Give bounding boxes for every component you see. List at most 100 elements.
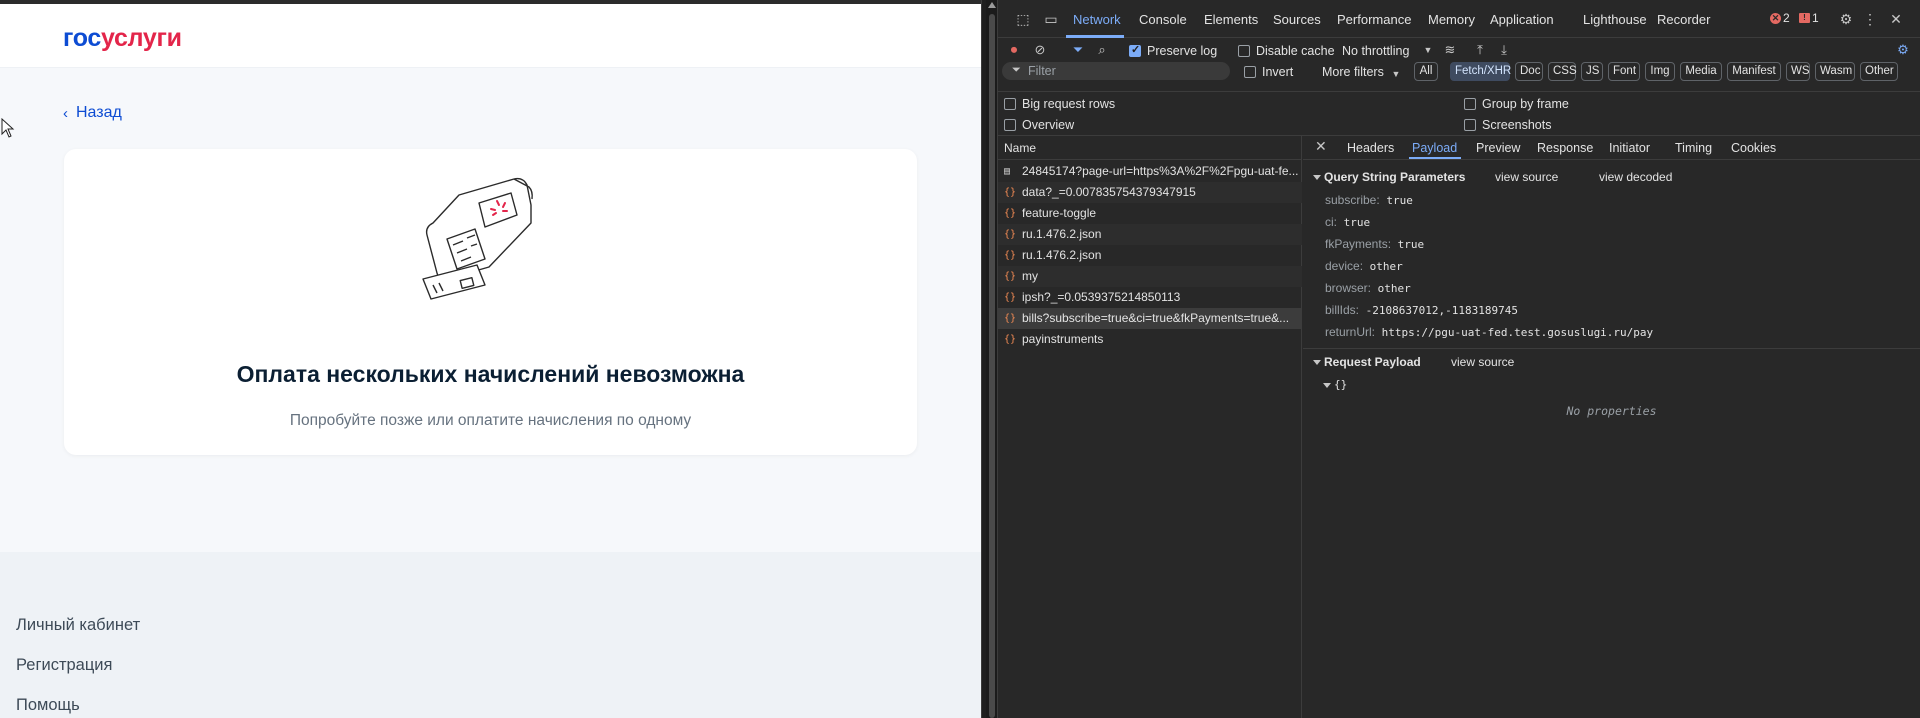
close-detail-icon[interactable]: ✕ [1315, 138, 1327, 155]
filter-input[interactable]: ⏷ Filter [1002, 62, 1230, 80]
type-filter-all[interactable]: All [1414, 62, 1438, 81]
param-row: returnUrl: https://pgu-uat-fed.test.gosu… [1325, 325, 1654, 339]
param-row: device: other [1325, 259, 1403, 273]
big-request-rows-label: Big request rows [1022, 97, 1116, 111]
gosuslugi-page: госуслуги ‹ Назад Оплата нескольких начи… [0, 0, 981, 718]
scroll-up-arrow-icon[interactable] [988, 2, 996, 8]
device-toolbar-icon[interactable]: ▭ [1042, 10, 1060, 28]
request-row-selected[interactable]: {} bills?subscribe=true&ci=true&fkPayment… [998, 308, 1302, 329]
network-options: Big request rows Group by frame Overview… [998, 92, 1920, 136]
tab-lighthouse[interactable]: Lighthouse [1583, 12, 1647, 27]
xhr-icon: {} [1004, 250, 1017, 261]
filter-funnel-icon[interactable]: ⏷ [1070, 42, 1086, 58]
big-request-rows-checkbox[interactable] [1004, 98, 1016, 110]
request-row[interactable]: {} data?_=0.007835754379347915 [998, 182, 1302, 203]
more-filters-chevron-icon[interactable]: ▼ [1388, 66, 1404, 82]
expand-triangle-icon [1323, 382, 1331, 388]
query-string-section[interactable]: Query String Parameters [1313, 170, 1465, 184]
tab-memory[interactable]: Memory [1428, 12, 1475, 27]
inspect-element-icon[interactable]: ⬚ [1014, 10, 1032, 28]
more-options-icon[interactable]: ⋮ [1861, 10, 1879, 28]
request-row[interactable]: {} payinstruments [998, 329, 1302, 350]
errors-badge[interactable]: ✕ 2 [1770, 11, 1790, 25]
tab-response[interactable]: Response [1537, 141, 1593, 155]
back-link[interactable]: ‹ Назад [63, 104, 122, 122]
preserve-log-checkbox[interactable] [1129, 43, 1141, 57]
more-filters-dropdown[interactable]: More filters [1322, 65, 1384, 79]
filter-placeholder: Filter [1028, 64, 1056, 78]
disable-cache-label: Disable cache [1256, 44, 1335, 58]
type-filter-js[interactable]: JS [1581, 62, 1603, 81]
record-stop-icon[interactable]: ⏺ [1006, 42, 1022, 58]
group-by-frame-checkbox[interactable] [1464, 98, 1476, 110]
error-subtitle: Попробуйте позже или оплатите начисления… [289, 412, 692, 429]
issues-badge[interactable]: ! 1 [1799, 11, 1819, 25]
footer-link-help[interactable]: Помощь [16, 696, 80, 715]
screenshots-checkbox[interactable] [1464, 119, 1476, 131]
import-har-icon[interactable]: ⤒ [1472, 42, 1488, 58]
xhr-icon: {} [1004, 271, 1017, 282]
network-conditions-icon[interactable]: ≋ [1442, 42, 1458, 58]
request-row[interactable]: {} feature-toggle [998, 203, 1302, 224]
tab-console[interactable]: Console [1139, 12, 1187, 27]
tab-payload[interactable]: Payload [1412, 141, 1457, 155]
footer-link-registration[interactable]: Регистрация [16, 656, 112, 675]
view-decoded-link[interactable]: view decoded [1599, 170, 1672, 184]
payload-object[interactable]: {} [1323, 378, 1347, 391]
site-header: госуслуги [0, 4, 981, 68]
page-scrollbar[interactable] [986, 0, 998, 718]
type-filter-media[interactable]: Media [1680, 62, 1722, 81]
type-filter-css[interactable]: CSS [1548, 62, 1577, 81]
tab-network[interactable]: Network [1073, 12, 1121, 27]
request-payload-section[interactable]: Request Payload [1313, 355, 1421, 369]
document-icon: ▤ [1004, 166, 1011, 177]
type-filter-manifest[interactable]: Manifest [1727, 62, 1781, 81]
tab-sources[interactable]: Sources [1273, 12, 1321, 27]
view-source-link[interactable]: view source [1495, 170, 1558, 184]
type-filter-font[interactable]: Font [1608, 62, 1640, 81]
overview-checkbox[interactable] [1004, 119, 1016, 131]
type-filter-doc[interactable]: Doc [1515, 62, 1543, 81]
type-filter-img[interactable]: Img [1645, 62, 1675, 81]
export-har-icon[interactable]: ⤓ [1496, 42, 1512, 58]
scrollbar-thumb[interactable] [989, 14, 995, 718]
tab-cookies[interactable]: Cookies [1731, 141, 1776, 155]
type-filter-wasm[interactable]: Wasm [1815, 62, 1855, 81]
param-row: ci: true [1325, 215, 1371, 229]
main-content: ‹ Назад Оплата нескольких начислений нев… [0, 68, 981, 552]
type-filter-ws[interactable]: WS [1786, 62, 1810, 81]
type-filter-other[interactable]: Other [1860, 62, 1898, 81]
tab-performance[interactable]: Performance [1337, 12, 1411, 27]
devtools-panel: ⬚ ▭ Network Console Elements Sources Per… [998, 0, 1920, 718]
tab-timing[interactable]: Timing [1675, 141, 1712, 155]
throttling-select[interactable]: No throttling [1342, 44, 1409, 58]
chevron-down-icon[interactable]: ▼ [1420, 42, 1436, 58]
request-row[interactable]: {} my [998, 266, 1302, 287]
tab-application[interactable]: Application [1490, 12, 1554, 27]
payload-view-source-link[interactable]: view source [1451, 355, 1514, 369]
disable-cache-checkbox[interactable] [1238, 45, 1250, 57]
request-row[interactable]: {} ru.1.476.2.json [998, 245, 1302, 266]
type-filter-fetch-xhr[interactable]: Fetch/XHR [1450, 62, 1511, 81]
gosuslugi-logo[interactable]: госуслуги [63, 24, 182, 53]
request-row[interactable]: {} ipsh?_=0.0539375214850113 [998, 287, 1302, 308]
tab-preview[interactable]: Preview [1476, 141, 1520, 155]
xhr-icon: {} [1004, 334, 1017, 345]
request-row[interactable]: ▤ 24845174?page-url=https%3A%2F%2Fpgu-uat… [998, 161, 1302, 182]
tab-recorder[interactable]: Recorder [1657, 12, 1710, 27]
close-devtools-icon[interactable]: ✕ [1887, 10, 1905, 28]
search-icon[interactable]: ⌕ [1094, 42, 1110, 58]
network-settings-gear-icon[interactable]: ⚙ [1895, 42, 1911, 58]
settings-gear-icon[interactable]: ⚙ [1837, 10, 1855, 28]
invert-label: Invert [1262, 65, 1294, 79]
tab-initiator[interactable]: Initiator [1609, 141, 1650, 155]
request-row[interactable]: {} ru.1.476.2.json [998, 224, 1302, 245]
tab-headers[interactable]: Headers [1347, 141, 1394, 155]
footer-link-personal-account[interactable]: Личный кабинет [16, 616, 140, 635]
clear-log-icon[interactable]: ⊘ [1032, 42, 1048, 58]
chevron-left-icon: ‹ [63, 104, 68, 122]
error-card: Оплата нескольких начислений невозможна … [64, 149, 917, 455]
invert-checkbox[interactable] [1244, 66, 1256, 78]
tab-elements[interactable]: Elements [1204, 12, 1258, 27]
name-column-header[interactable]: Name [998, 136, 1302, 160]
